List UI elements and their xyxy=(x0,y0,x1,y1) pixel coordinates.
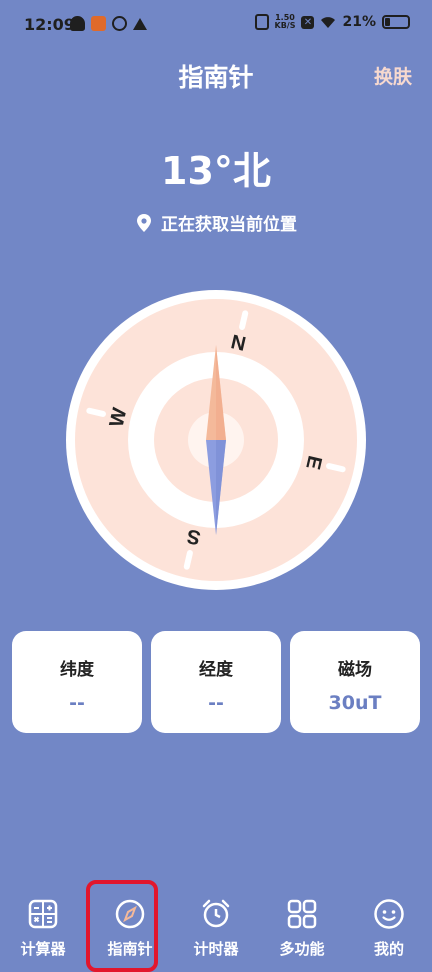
vibrate-icon xyxy=(254,14,269,30)
grid-icon xyxy=(287,899,317,929)
tab-label-timer: 计时器 xyxy=(193,940,239,958)
location-pin-icon xyxy=(137,213,151,232)
location-status: 正在获取当前位置 xyxy=(0,210,432,235)
weibo-icon xyxy=(91,16,106,31)
battery-fill xyxy=(385,18,390,26)
page-title: 指南针 xyxy=(178,63,254,92)
longitude-card: 经度 -- xyxy=(151,631,281,733)
tab-label-mine: 我的 xyxy=(373,940,404,958)
calculator-icon xyxy=(28,899,58,929)
sim-icon: ✕ xyxy=(301,15,315,29)
tick-west xyxy=(86,407,106,417)
tab-mine[interactable]: 我的 xyxy=(346,898,432,959)
tick-south xyxy=(183,550,193,570)
tab-timer[interactable]: 计时器 xyxy=(173,898,259,959)
status-bar: 12:09 1.50 KB/S ✕ 21% xyxy=(0,0,432,50)
magnetic-field-label: 磁场 xyxy=(338,660,372,680)
longitude-value: -- xyxy=(208,692,224,714)
cloud-icon xyxy=(70,16,85,31)
crown-icon xyxy=(133,18,147,30)
notification-icons xyxy=(70,16,147,31)
latitude-card: 纬度 -- xyxy=(12,631,142,733)
wifi-icon xyxy=(321,17,336,28)
latitude-label: 纬度 xyxy=(60,660,94,680)
tab-label-calculator: 计算器 xyxy=(20,940,66,958)
skin-button[interactable]: 换肤 xyxy=(374,62,412,89)
battery-icon xyxy=(382,15,410,29)
heading-readout: 13°北 xyxy=(161,149,271,193)
tick-north xyxy=(239,310,249,330)
status-time: 12:09 xyxy=(24,15,75,34)
system-status: 1.50 KB/S ✕ 21% xyxy=(254,14,410,30)
location-text: 正在获取当前位置 xyxy=(161,215,297,235)
latitude-value: -- xyxy=(69,692,85,714)
magnetic-field-card: 磁场 30uT xyxy=(290,631,420,733)
battery-percent: 21% xyxy=(342,14,376,30)
tick-east xyxy=(326,463,346,473)
active-tab-highlight xyxy=(86,880,158,972)
compass-dial: N E S W xyxy=(66,290,366,590)
alarm-clock-icon xyxy=(202,899,230,928)
bottom-tab-bar: 计算器 指南针 计时器 多功能 我的 xyxy=(0,890,432,964)
smiley-icon xyxy=(374,899,404,929)
link-icon xyxy=(112,16,127,31)
tab-label-multifunction: 多功能 xyxy=(279,940,325,958)
net-speed-unit: KB/S xyxy=(274,21,296,30)
magnetic-field-value: 30uT xyxy=(328,692,382,714)
longitude-label: 经度 xyxy=(199,660,233,680)
net-speed: 1.50 KB/S xyxy=(275,14,296,30)
tab-multifunction[interactable]: 多功能 xyxy=(259,898,345,959)
tab-calculator[interactable]: 计算器 xyxy=(0,898,86,959)
